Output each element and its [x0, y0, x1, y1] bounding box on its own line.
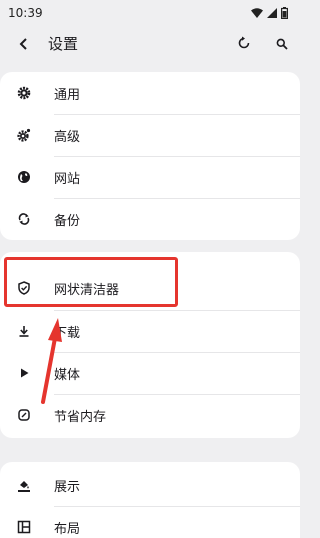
settings-item-label: 节省内存 — [54, 409, 107, 425]
highlight-box — [4, 257, 178, 307]
memory-icon — [16, 407, 32, 423]
refresh-icon — [237, 35, 251, 54]
signal-icon — [267, 8, 277, 18]
search-button[interactable] — [272, 34, 292, 54]
play-icon — [16, 365, 32, 381]
settings-item-downloads[interactable]: 下载 — [0, 310, 300, 352]
settings-item-label: 备份 — [54, 213, 81, 229]
settings-item-general[interactable]: 通用 — [0, 72, 300, 114]
settings-item-label: 高级 — [54, 129, 81, 145]
gear-icon — [16, 85, 32, 101]
settings-group-appearance: 展示 布局 — [0, 462, 300, 538]
status-time: 10:39 — [8, 6, 43, 20]
back-button[interactable] — [14, 34, 34, 54]
settings-item-backup[interactable]: 备份 — [0, 198, 300, 240]
paint-bucket-icon — [16, 477, 32, 493]
sync-icon — [16, 211, 32, 227]
globe-icon — [16, 169, 32, 185]
back-arrow-icon — [19, 35, 29, 54]
settings-item-label: 媒体 — [54, 367, 81, 383]
search-icon — [276, 35, 288, 54]
settings-item-label: 布局 — [54, 521, 81, 537]
settings-item-label: 通用 — [54, 87, 81, 103]
settings-item-websites[interactable]: 网站 — [0, 156, 300, 198]
refresh-button[interactable] — [234, 34, 254, 54]
layout-icon — [16, 519, 32, 535]
app-bar: 设置 — [0, 26, 300, 62]
advanced-gear-icon — [16, 127, 32, 143]
settings-item-label: 网站 — [54, 171, 81, 187]
settings-item-layout[interactable]: 布局 — [0, 506, 300, 538]
page-title: 设置 — [48, 35, 79, 53]
settings-group-general: 通用 高级 网站 备份 — [0, 72, 300, 240]
settings-item-advanced[interactable]: 高级 — [0, 114, 300, 156]
battery-icon — [281, 7, 288, 19]
settings-item-save-memory[interactable]: 节省内存 — [0, 394, 300, 436]
download-icon — [16, 323, 32, 339]
settings-item-label: 下载 — [54, 325, 81, 341]
settings-item-media[interactable]: 媒体 — [0, 352, 300, 394]
wifi-icon — [251, 8, 263, 18]
settings-item-display[interactable]: 展示 — [0, 464, 300, 506]
status-bar: 10:39 — [0, 0, 300, 26]
settings-item-label: 展示 — [54, 479, 81, 495]
status-icons — [251, 7, 288, 19]
